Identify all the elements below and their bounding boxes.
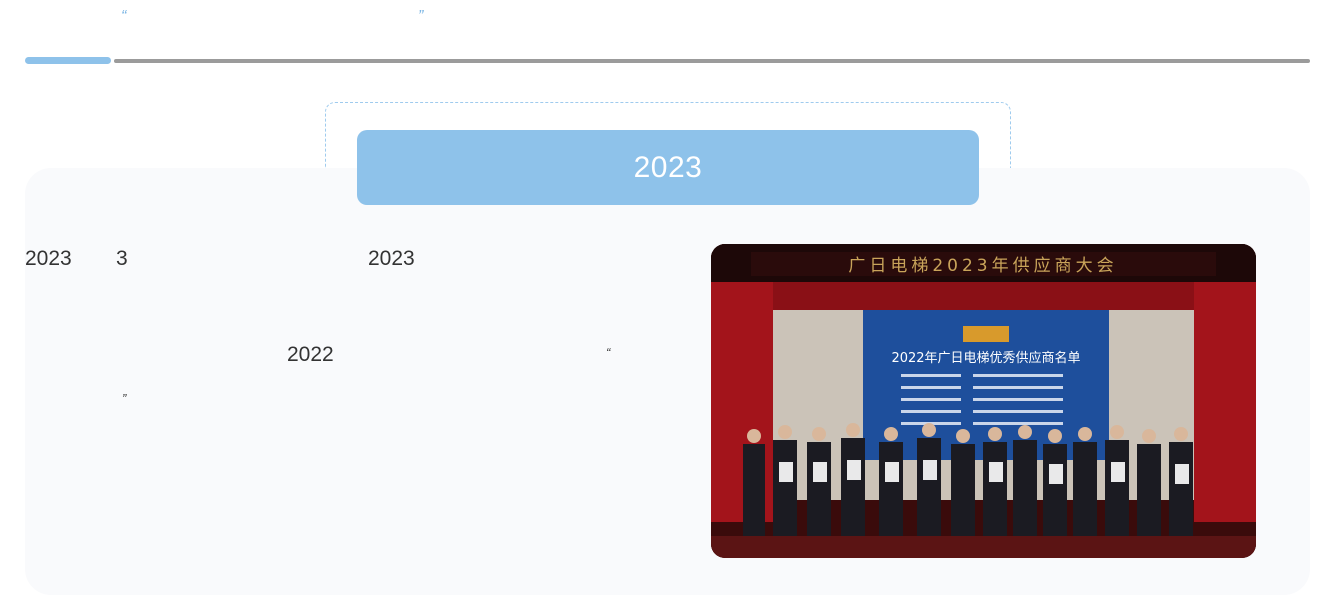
text-year-2: 2023 <box>368 247 415 270</box>
header-close-quote: ” <box>418 8 424 25</box>
text-close-quote: ” <box>122 391 127 406</box>
timeline-track[interactable] <box>114 59 1310 63</box>
year-tab-2023[interactable]: 2023 <box>357 130 979 205</box>
event-photo-image: 广日电梯2023年供应商大会 2022年广日电梯优秀供应商名单 <box>711 244 1256 558</box>
header-open-quote: “ <box>121 8 127 25</box>
timeline-active-segment[interactable] <box>25 57 111 64</box>
photo-screen-title: 2022年广日电梯优秀供应商名单 <box>891 350 1080 366</box>
text-year-2022: 2022 <box>287 343 334 366</box>
text-month: 3 <box>116 247 128 270</box>
photo-banner-text: 广日电梯2023年供应商大会 <box>848 256 1117 276</box>
text-year: 2023 <box>25 247 72 270</box>
event-photo: 广日电梯2023年供应商大会 2022年广日电梯优秀供应商名单 <box>711 244 1256 558</box>
text-open-quote: “ <box>606 345 611 360</box>
